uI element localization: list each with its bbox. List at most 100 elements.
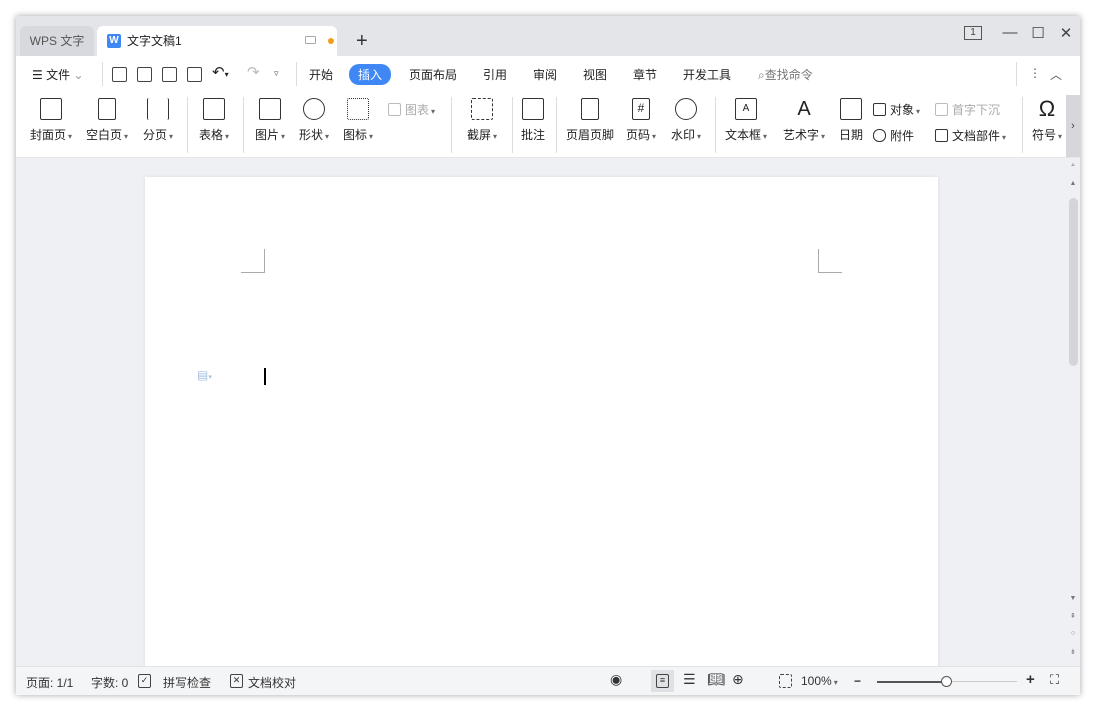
spell-check-icon[interactable]: ✓: [138, 674, 151, 688]
close-button[interactable]: ✕: [1056, 24, 1076, 42]
redo-icon[interactable]: ↷: [247, 63, 260, 81]
export-icon[interactable]: [137, 67, 152, 82]
document-page[interactable]: ▤▾: [145, 177, 938, 677]
tab-document-label: 文字文稿1: [127, 34, 182, 48]
icon-button[interactable]: 图标: [340, 98, 376, 143]
tab-developer[interactable]: 开发工具: [683, 66, 731, 83]
previous-page-icon[interactable]: ⇞: [1066, 612, 1080, 620]
undo-icon[interactable]: ↶▾: [212, 63, 229, 81]
new-tab-button[interactable]: +: [356, 28, 368, 54]
unsaved-dot-icon: [328, 38, 334, 44]
object-button[interactable]: 对象: [873, 101, 920, 118]
blank-page-button[interactable]: 空白页: [84, 98, 130, 143]
search-command[interactable]: ⌕查找命令: [758, 66, 813, 83]
doc-proofread-button[interactable]: 文档校对: [248, 674, 296, 691]
collapse-ribbon-icon[interactable]: ︿: [1050, 66, 1062, 83]
select-browse-object-icon[interactable]: ○: [1066, 630, 1080, 637]
page-number-button[interactable]: # 页码: [622, 98, 660, 143]
eye-protection-icon[interactable]: ◉: [610, 671, 622, 688]
search-icon: ⌕: [758, 68, 765, 82]
maximize-button[interactable]: ☐: [1028, 24, 1048, 42]
tab-home[interactable]: 开始: [309, 66, 333, 83]
tab-wps-home[interactable]: WPS 文字: [20, 26, 94, 56]
page-count: 页面: 1/1: [26, 676, 74, 690]
search-command-label: 查找命令: [764, 68, 813, 82]
margin-corner: [241, 249, 265, 273]
print-icon[interactable]: [162, 67, 177, 82]
minimize-button[interactable]: —: [1000, 24, 1020, 41]
page-break-button[interactable]: 分页: [140, 98, 176, 143]
web-view-icon[interactable]: ⊕: [732, 671, 744, 688]
page-view-icon: ≡: [656, 674, 669, 688]
insert-ribbon: 封面页 空白页 分页 表格 图片 形状 图标 图表 截屏 批注 页眉页脚 #页码…: [16, 93, 1080, 158]
wordart-icon: A: [797, 98, 811, 120]
scrollbar-thumb[interactable]: [1069, 198, 1078, 366]
symbol-button[interactable]: Ω 符号: [1028, 98, 1066, 143]
status-bar: 页面: 1/1 字数: 0 ✓ 拼写检查 ✕ 文档校对 ◉ ≡ ☰ 📖︎ ⊕ 1…: [16, 666, 1080, 695]
zoom-level-dropdown[interactable]: 100%: [801, 674, 838, 688]
paragraph-options-icon[interactable]: ▤▾: [197, 368, 212, 382]
cover-page-button[interactable]: 封面页: [28, 98, 74, 143]
spell-check-button[interactable]: 拼写检查: [163, 674, 211, 691]
zoom-slider-knob[interactable]: [941, 676, 952, 687]
omega-icon: Ω: [1038, 96, 1056, 121]
scroll-down-icon[interactable]: ▼: [1066, 595, 1080, 602]
fullscreen-icon[interactable]: ⛶: [1050, 672, 1059, 688]
screenshot-button[interactable]: 截屏: [462, 98, 502, 143]
tab-counter-button[interactable]: 1: [964, 26, 982, 40]
icons-icon: [347, 98, 369, 120]
tab-page-layout[interactable]: 页面布局: [409, 66, 457, 83]
document-parts-button[interactable]: 文档部件: [935, 127, 1006, 144]
header-footer-button[interactable]: 页眉页脚: [564, 98, 616, 143]
wordart-button[interactable]: A 艺术字: [780, 98, 828, 143]
quick-access-more-icon[interactable]: ▿: [274, 68, 279, 79]
fit-page-icon[interactable]: [779, 674, 792, 688]
table-icon: [203, 98, 225, 120]
zoom-in-button[interactable]: +: [1026, 671, 1035, 688]
file-menu[interactable]: ☰ 文件 ⌄: [32, 66, 84, 83]
menu-bar: ☰ 文件 ⌄ ↶▾ ↷ ▿ 开始 插入 页面布局 引用 审阅 视图 章节 开发工…: [16, 56, 1080, 93]
save-icon[interactable]: [112, 67, 127, 82]
tab-view[interactable]: 视图: [583, 66, 607, 83]
zoom-slider[interactable]: [877, 676, 1017, 687]
comment-icon: [522, 98, 544, 120]
zoom-out-button[interactable]: −: [854, 674, 861, 688]
word-count[interactable]: 字数: 0: [91, 674, 128, 691]
page-view-button[interactable]: ≡: [651, 670, 674, 692]
tab-insert[interactable]: 插入: [349, 64, 392, 85]
table-button[interactable]: 表格: [196, 98, 232, 143]
shape-icon: [303, 98, 325, 120]
watermark-icon: [675, 98, 697, 120]
tab-review[interactable]: 审阅: [533, 66, 557, 83]
next-page-icon[interactable]: ⇟: [1066, 648, 1080, 656]
monitor-icon[interactable]: [305, 36, 316, 44]
picture-icon: [259, 98, 281, 120]
textbox-button[interactable]: A 文本框: [722, 98, 770, 143]
reading-view-icon[interactable]: 📖︎: [707, 671, 725, 688]
paperclip-icon: [873, 129, 886, 142]
outline-view-icon[interactable]: ☰: [683, 671, 696, 688]
more-options-icon[interactable]: ⋮: [1029, 66, 1041, 80]
scroll-up-icon[interactable]: ▲: [1066, 180, 1080, 187]
picture-button[interactable]: 图片: [252, 98, 288, 143]
vertical-scrollbar[interactable]: ⩡ ▲ ▼ ⇞ ○ ⇟: [1066, 158, 1080, 666]
watermark-button[interactable]: 水印: [667, 98, 705, 143]
tab-chapter[interactable]: 章节: [633, 66, 657, 83]
ribbon-scroll-right-button[interactable]: ›: [1066, 95, 1080, 157]
shape-button[interactable]: 形状: [296, 98, 332, 143]
file-label: 文件: [46, 68, 71, 82]
date-button[interactable]: 日期: [836, 98, 866, 143]
tab-references[interactable]: 引用: [483, 66, 507, 83]
comment-button[interactable]: 批注: [518, 98, 548, 143]
page-number-icon: #: [632, 98, 650, 120]
tab-document[interactable]: W 文字文稿1: [97, 26, 337, 56]
hamburger-icon: ☰: [32, 68, 47, 82]
doc-proofread-icon[interactable]: ✕: [230, 674, 243, 688]
calendar-icon: [840, 98, 862, 120]
attachment-button[interactable]: 附件: [873, 127, 914, 144]
chart-button[interactable]: 图表: [388, 101, 435, 118]
print-preview-icon[interactable]: [187, 67, 202, 82]
drop-cap-button[interactable]: 首字下沉: [935, 101, 1000, 118]
chart-icon: [388, 103, 401, 116]
scroll-top-icon[interactable]: ⩡: [1066, 162, 1080, 170]
